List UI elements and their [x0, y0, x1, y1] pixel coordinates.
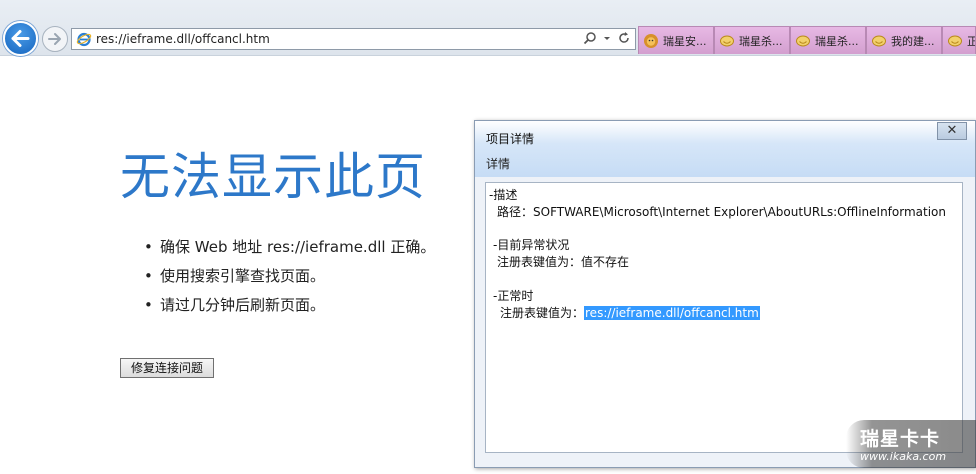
fix-connection-button[interactable]: 修复连接问题 — [120, 358, 214, 378]
desc-path: 路径：SOFTWARE\Microsoft\Internet Explorer\… — [497, 205, 946, 219]
favorite-icon — [720, 35, 734, 46]
favorite-item-4[interactable]: 我的建... — [866, 26, 942, 54]
page-title: 无法显示此页 — [120, 148, 426, 206]
watermark-url: www.ikaka.com — [860, 450, 947, 463]
list-item: 请过几分钟后刷新页面。 — [144, 294, 435, 323]
favorite-icon — [948, 35, 962, 46]
dialog-subtitle: 详情 — [486, 157, 511, 171]
favorite-label: 瑞星杀... — [815, 34, 859, 48]
arrow-right-icon — [48, 33, 61, 45]
favorite-item-3[interactable]: 瑞星杀... — [790, 26, 866, 54]
list-item: 使用搜索引擎查找页面。 — [144, 265, 435, 294]
suggestion-list: 确保 Web 地址 res://ieframe.dll 正确。 使用搜索引擎查找… — [144, 236, 435, 323]
item-details-dialog: 项目详情 ✕ 详情 -描述 路径：SOFTWARE\Microsoft\Inte… — [474, 120, 976, 468]
lion-icon — [644, 33, 658, 48]
address-bar[interactable]: res://ieframe.dll/offcancl.htm — [71, 28, 636, 50]
selected-url-text[interactable]: res://ieframe.dll/offcancl.htm — [584, 306, 760, 320]
favorites-bar: 瑞星安... 瑞星杀... 瑞星杀... 我的建... 正 — [638, 26, 976, 54]
browser-toolbar: res://ieframe.dll/offcancl.htm 瑞星安... 瑞星… — [0, 0, 976, 56]
list-item: 确保 Web 地址 res://ieframe.dll 正确。 — [144, 236, 435, 265]
watermark-logo-text: 瑞星卡卡 — [860, 428, 941, 450]
favorite-item-5[interactable]: 正 — [942, 26, 976, 54]
refresh-icon[interactable] — [617, 30, 631, 49]
favorite-icon — [796, 35, 810, 46]
close-icon: ✕ — [946, 123, 958, 138]
favorite-item-2[interactable]: 瑞星杀... — [714, 26, 790, 54]
favorite-label: 瑞星杀... — [739, 34, 783, 48]
url-text[interactable]: res://ieframe.dll/offcancl.htm — [96, 32, 270, 46]
current-value: 注册表键值为：值不存在 — [497, 255, 630, 269]
close-button[interactable]: ✕ — [937, 122, 967, 140]
desc-header: -描述 — [489, 188, 518, 202]
favorite-item-1[interactable]: 瑞星安... — [638, 26, 714, 54]
address-tools — [583, 31, 631, 47]
watermark: 瑞星卡卡 www.ikaka.com — [846, 420, 976, 468]
favorite-label: 瑞星安... — [663, 34, 707, 48]
dialog-header — [475, 121, 975, 177]
ie-logo-icon — [76, 32, 92, 47]
arrow-left-icon — [11, 30, 30, 47]
favorite-label: 正 — [967, 33, 975, 49]
forward-button[interactable] — [42, 26, 68, 52]
details-textbox[interactable]: -描述 路径：SOFTWARE\Microsoft\Internet Explo… — [485, 182, 963, 453]
normal-header: -正常时 — [493, 289, 534, 303]
dialog-title: 项目详情 — [486, 132, 535, 146]
back-button[interactable] — [3, 21, 38, 56]
favorite-label: 我的建... — [891, 34, 935, 48]
search-icon[interactable] — [583, 30, 597, 49]
favorite-icon — [872, 35, 886, 46]
dropdown-arrow-icon[interactable] — [603, 30, 611, 49]
normal-value-line: 注册表键值为：res://ieframe.dll/offcancl.htm — [500, 304, 760, 321]
normal-prefix: 注册表键值为： — [500, 306, 585, 320]
current-header: -目前异常状况 — [493, 238, 570, 252]
